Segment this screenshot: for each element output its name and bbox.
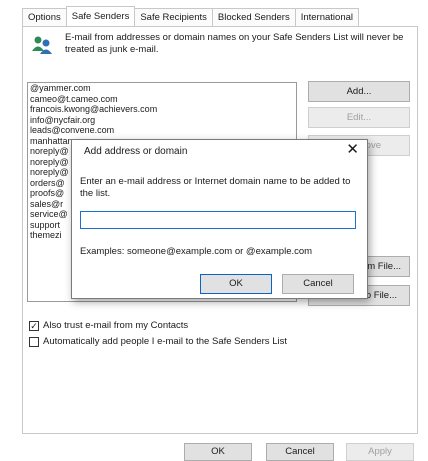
sender-list-item[interactable]: @yammer.com: [28, 83, 296, 94]
footer-ok-button[interactable]: OK: [184, 443, 252, 461]
tab-options[interactable]: Options: [22, 8, 67, 26]
sender-list-item[interactable]: leads@convene.com: [28, 125, 296, 136]
sender-list-item[interactable]: francois.kwong@achievers.com: [28, 104, 296, 115]
sender-list-item[interactable]: cameo@t.cameo.com: [28, 94, 296, 105]
add-button[interactable]: Add...: [308, 81, 410, 102]
tab-international[interactable]: International: [294, 8, 359, 26]
trust-contacts-label: Also trust e-mail from my Contacts: [43, 320, 189, 331]
trust-contacts-option[interactable]: ✓ Also trust e-mail from my Contacts: [29, 320, 188, 331]
sender-list-item[interactable]: info@nycfair.org: [28, 115, 296, 126]
auto-add-checkbox[interactable]: [29, 336, 39, 347]
add-address-dialog: Add address or domain ✕ Enter an e-mail …: [71, 139, 368, 299]
auto-add-label: Automatically add people I e-mail to the…: [43, 336, 287, 347]
edit-button[interactable]: Edit...: [308, 107, 410, 128]
dialog-prompt: Enter an e-mail address or Internet doma…: [80, 176, 351, 199]
footer-apply-button[interactable]: Apply: [346, 443, 414, 461]
tab-strip: Options Safe Senders Safe Recipients Blo…: [22, 6, 359, 26]
people-icon: [32, 36, 52, 54]
footer-cancel-button[interactable]: Cancel: [266, 443, 334, 461]
trust-contacts-checkbox[interactable]: ✓: [29, 320, 39, 331]
tab-blocked-senders[interactable]: Blocked Senders: [211, 8, 296, 26]
address-input[interactable]: [80, 211, 356, 229]
close-icon[interactable]: ✕: [346, 142, 359, 158]
dialog-ok-button[interactable]: OK: [200, 274, 272, 294]
auto-add-option[interactable]: Automatically add people I e-mail to the…: [29, 336, 287, 347]
dialog-title: Add address or domain: [84, 146, 188, 157]
dialog-examples: Examples: someone@example.com or @exampl…: [80, 246, 313, 257]
tab-safe-senders[interactable]: Safe Senders: [65, 6, 136, 26]
intro-text: E-mail from addresses or domain names on…: [65, 32, 404, 55]
dialog-cancel-button[interactable]: Cancel: [282, 274, 354, 294]
tab-safe-recipients[interactable]: Safe Recipients: [134, 8, 213, 26]
